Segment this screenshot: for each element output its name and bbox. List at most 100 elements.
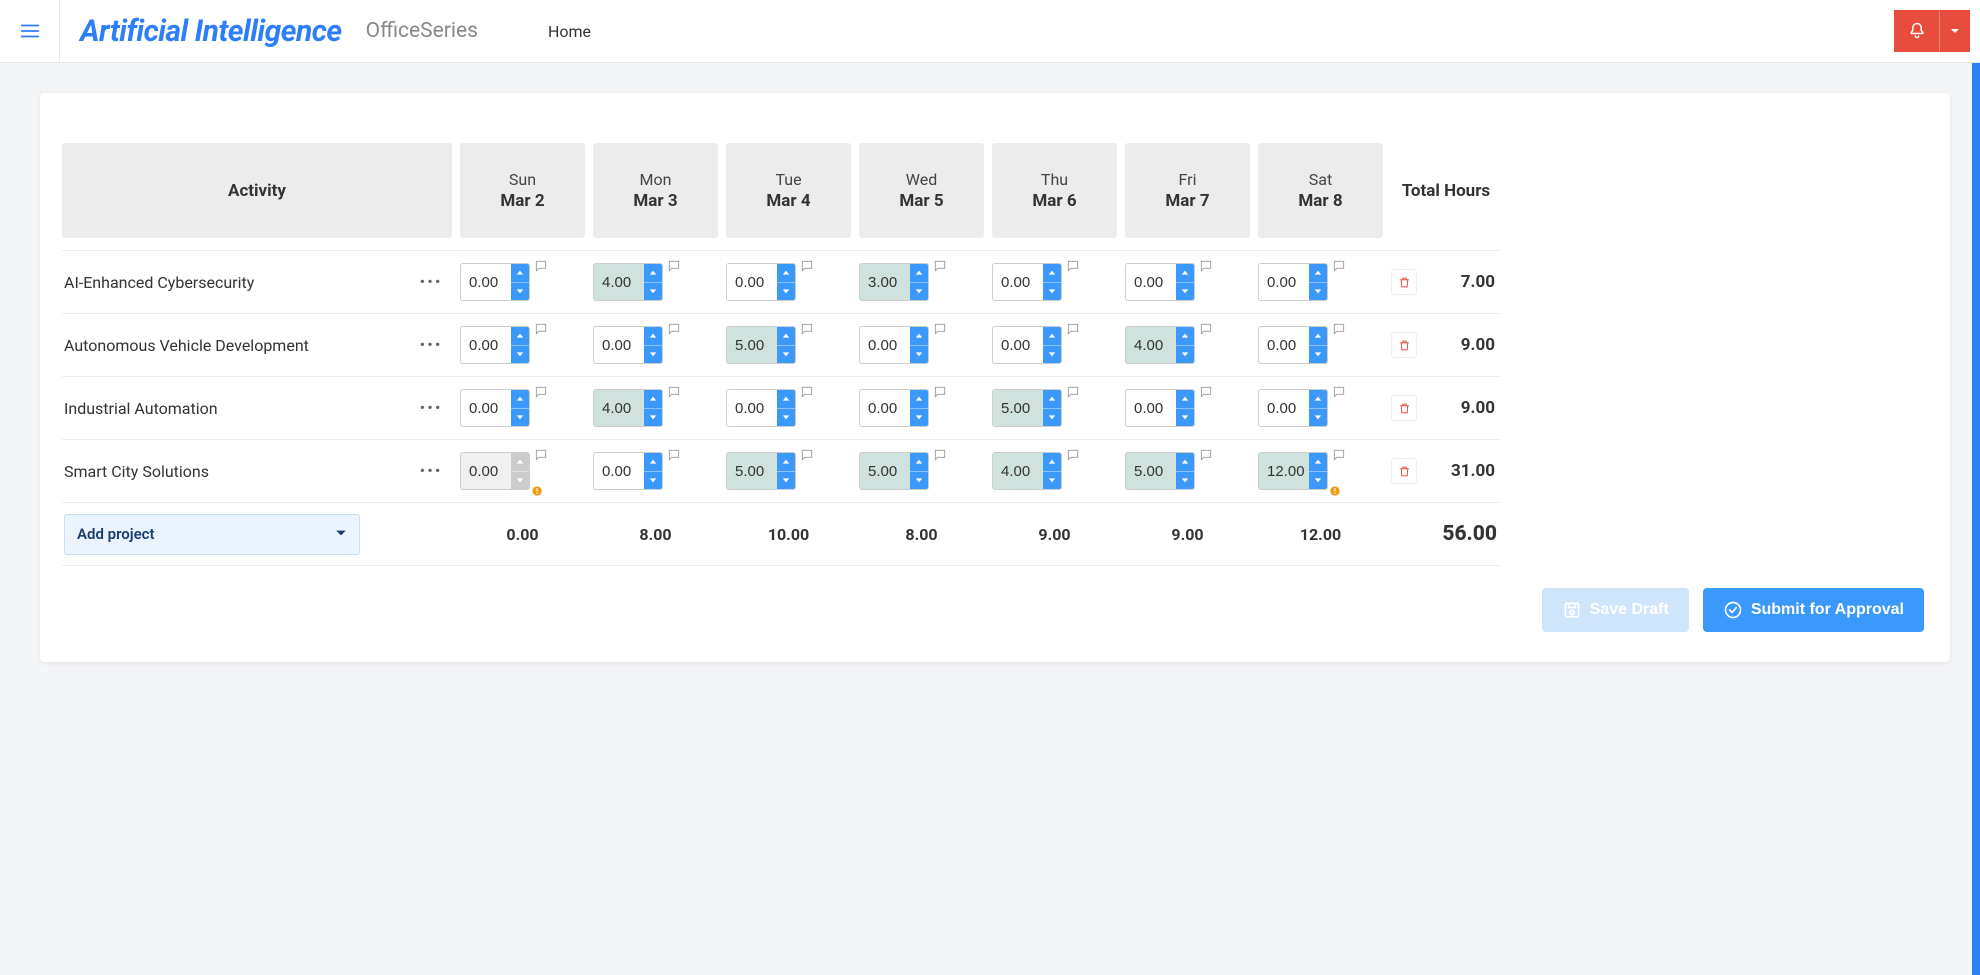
comment-icon[interactable] bbox=[534, 322, 548, 336]
comment-icon[interactable] bbox=[1066, 448, 1080, 462]
comment-icon[interactable] bbox=[667, 322, 681, 336]
add-project-dropdown[interactable]: Add project bbox=[64, 514, 360, 555]
row-more-button[interactable]: ··· bbox=[409, 459, 452, 484]
hours-input[interactable] bbox=[993, 327, 1043, 363]
hours-input[interactable] bbox=[860, 390, 910, 426]
spinner-up[interactable] bbox=[1043, 327, 1061, 346]
hours-input[interactable] bbox=[993, 453, 1043, 489]
hours-input[interactable] bbox=[461, 390, 511, 426]
hours-input[interactable] bbox=[1259, 264, 1309, 300]
spinner-up[interactable] bbox=[644, 264, 662, 283]
spinner-down[interactable] bbox=[910, 346, 928, 364]
spinner-up[interactable] bbox=[1176, 327, 1194, 346]
spinner-up[interactable] bbox=[1176, 453, 1194, 472]
spinner-up[interactable] bbox=[1176, 390, 1194, 409]
spinner-down[interactable] bbox=[1043, 283, 1061, 301]
comment-icon[interactable] bbox=[1332, 448, 1346, 462]
spinner-up[interactable] bbox=[1309, 327, 1327, 346]
notifications-dropdown[interactable] bbox=[1940, 10, 1970, 52]
spinner-down[interactable] bbox=[511, 409, 529, 427]
hours-input[interactable] bbox=[1259, 327, 1309, 363]
spinner-up[interactable] bbox=[777, 453, 795, 472]
comment-icon[interactable] bbox=[1199, 322, 1213, 336]
comment-icon[interactable] bbox=[667, 385, 681, 399]
row-more-button[interactable]: ··· bbox=[409, 396, 452, 421]
hours-input[interactable] bbox=[860, 264, 910, 300]
spinner-up[interactable] bbox=[1176, 264, 1194, 283]
spinner-down[interactable] bbox=[910, 472, 928, 490]
hours-input[interactable] bbox=[727, 453, 777, 489]
hours-input[interactable] bbox=[1126, 327, 1176, 363]
submit-approval-button[interactable]: Submit for Approval bbox=[1703, 588, 1924, 632]
spinner-down[interactable] bbox=[910, 283, 928, 301]
spinner-down[interactable] bbox=[1309, 472, 1327, 490]
comment-icon[interactable] bbox=[933, 448, 947, 462]
hours-input[interactable] bbox=[727, 264, 777, 300]
comment-icon[interactable] bbox=[534, 448, 548, 462]
spinner-down[interactable] bbox=[777, 409, 795, 427]
spinner-down[interactable] bbox=[1176, 409, 1194, 427]
comment-icon[interactable] bbox=[1332, 259, 1346, 273]
hours-input[interactable] bbox=[594, 264, 644, 300]
spinner-up[interactable] bbox=[1043, 390, 1061, 409]
comment-icon[interactable] bbox=[933, 385, 947, 399]
spinner-down[interactable] bbox=[777, 346, 795, 364]
hours-input[interactable] bbox=[594, 390, 644, 426]
comment-icon[interactable] bbox=[1066, 385, 1080, 399]
hours-input[interactable] bbox=[1126, 390, 1176, 426]
comment-icon[interactable] bbox=[667, 448, 681, 462]
hours-input[interactable] bbox=[993, 390, 1043, 426]
spinner-up[interactable] bbox=[644, 327, 662, 346]
delete-row-button[interactable] bbox=[1391, 269, 1417, 295]
notifications-button[interactable] bbox=[1894, 10, 1940, 52]
comment-icon[interactable] bbox=[1332, 385, 1346, 399]
spinner-up[interactable] bbox=[511, 390, 529, 409]
delete-row-button[interactable] bbox=[1391, 395, 1417, 421]
hours-input[interactable] bbox=[461, 453, 511, 489]
hours-input[interactable] bbox=[727, 390, 777, 426]
spinner-up[interactable] bbox=[777, 390, 795, 409]
comment-icon[interactable] bbox=[1066, 259, 1080, 273]
spinner-up[interactable] bbox=[1043, 264, 1061, 283]
comment-icon[interactable] bbox=[1199, 385, 1213, 399]
hours-input[interactable] bbox=[727, 327, 777, 363]
spinner-down[interactable] bbox=[1309, 283, 1327, 301]
hours-input[interactable] bbox=[1126, 264, 1176, 300]
comment-icon[interactable] bbox=[1066, 322, 1080, 336]
spinner-down[interactable] bbox=[1043, 409, 1061, 427]
save-draft-button[interactable]: Save Draft bbox=[1542, 588, 1689, 632]
spinner-up[interactable] bbox=[1309, 390, 1327, 409]
comment-icon[interactable] bbox=[800, 322, 814, 336]
spinner-down[interactable] bbox=[777, 283, 795, 301]
spinner-down[interactable] bbox=[1176, 472, 1194, 490]
hours-input[interactable] bbox=[860, 327, 910, 363]
spinner-up[interactable] bbox=[644, 390, 662, 409]
spinner-down[interactable] bbox=[1309, 346, 1327, 364]
spinner-up[interactable] bbox=[511, 264, 529, 283]
delete-row-button[interactable] bbox=[1391, 458, 1417, 484]
spinner-up[interactable] bbox=[910, 390, 928, 409]
spinner-down[interactable] bbox=[1176, 283, 1194, 301]
comment-icon[interactable] bbox=[800, 259, 814, 273]
spinner-up[interactable] bbox=[777, 327, 795, 346]
spinner-down[interactable] bbox=[910, 409, 928, 427]
spinner-down[interactable] bbox=[644, 346, 662, 364]
hours-input[interactable] bbox=[1126, 453, 1176, 489]
hours-input[interactable] bbox=[1259, 390, 1309, 426]
spinner-up[interactable] bbox=[1309, 264, 1327, 283]
hours-input[interactable] bbox=[1259, 453, 1309, 489]
hours-input[interactable] bbox=[594, 453, 644, 489]
spinner-down[interactable] bbox=[511, 283, 529, 301]
spinner-down[interactable] bbox=[644, 283, 662, 301]
spinner-down[interactable] bbox=[644, 472, 662, 490]
spinner-down[interactable] bbox=[511, 346, 529, 364]
spinner-down[interactable] bbox=[1309, 409, 1327, 427]
hours-input[interactable] bbox=[860, 453, 910, 489]
row-more-button[interactable]: ··· bbox=[409, 333, 452, 358]
spinner-up[interactable] bbox=[511, 327, 529, 346]
menu-toggle[interactable] bbox=[0, 0, 60, 63]
spinner-up[interactable] bbox=[644, 453, 662, 472]
comment-icon[interactable] bbox=[667, 259, 681, 273]
comment-icon[interactable] bbox=[1199, 259, 1213, 273]
comment-icon[interactable] bbox=[933, 259, 947, 273]
